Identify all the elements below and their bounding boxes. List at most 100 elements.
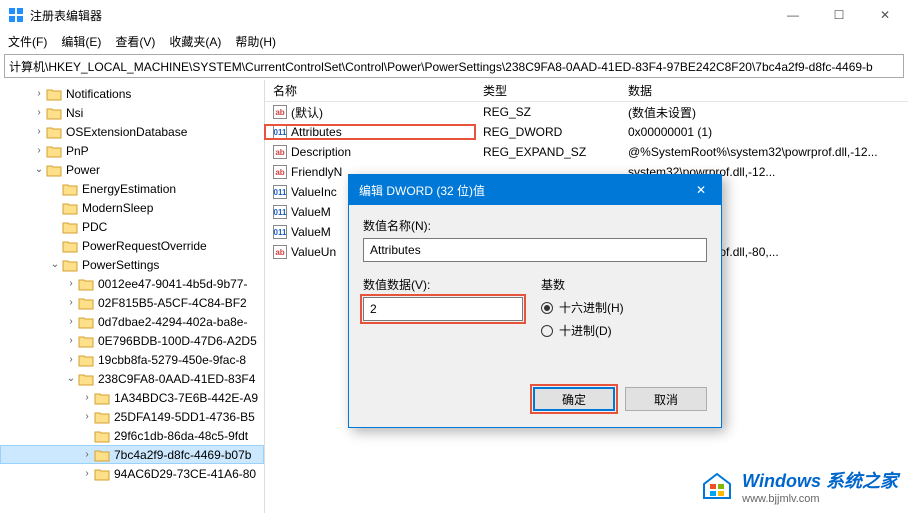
menu-help[interactable]: 帮助(H) xyxy=(235,33,276,50)
chevron-right-icon[interactable]: › xyxy=(64,335,78,346)
tree-item[interactable]: ›0012ee47-9041-4b5d-9b77- xyxy=(0,274,264,293)
close-button[interactable]: ✕ xyxy=(862,0,908,30)
tree-item[interactable]: ›1A34BDC3-7E6B-442E-A9 xyxy=(0,388,264,407)
address-text: 计算机\HKEY_LOCAL_MACHINE\SYSTEM\CurrentCon… xyxy=(9,58,873,75)
tree-item-label: 7bc4a2f9-d8fc-4469-b07b xyxy=(114,448,251,462)
tree-item[interactable]: EnergyEstimation xyxy=(0,179,264,198)
folder-icon xyxy=(46,163,62,177)
folder-icon xyxy=(78,315,94,329)
folder-icon xyxy=(78,296,94,310)
radio-hex[interactable] xyxy=(541,302,553,314)
tree-item[interactable]: › Nsi xyxy=(0,103,264,122)
watermark-main: Windows 系统之家 xyxy=(742,467,898,493)
tree-item[interactable]: › 02F815B5-A5CF-4C84-BF2 xyxy=(0,293,264,312)
tree-item[interactable]: ⌄238C9FA8-0AAD-41ED-83F4 xyxy=(0,369,264,388)
tree-item-label: Notifications xyxy=(66,87,131,101)
col-name[interactable]: 名称 xyxy=(265,82,475,99)
tree-item-label: 19cbb8fa-5279-450e-9fac-8 xyxy=(98,353,246,367)
tree-item[interactable]: ⌄PowerSettings xyxy=(0,255,264,274)
maximize-button[interactable]: ☐ xyxy=(816,0,862,30)
tree-item[interactable]: › Notifications xyxy=(0,84,264,103)
chevron-right-icon[interactable]: › xyxy=(64,278,78,289)
tree-item[interactable]: › 7bc4a2f9-d8fc-4469-b07b xyxy=(0,445,264,464)
tree-item-label: 25DFA149-5DD1-4736-B5 xyxy=(114,410,255,424)
string-value-icon: ab xyxy=(273,105,287,119)
tree-item[interactable]: PDC xyxy=(0,217,264,236)
string-value-icon: ab xyxy=(273,145,287,159)
value-name-input[interactable] xyxy=(363,238,707,262)
tree-item[interactable]: › 19cbb8fa-5279-450e-9fac-8 xyxy=(0,350,264,369)
radio-dec[interactable] xyxy=(541,325,553,337)
col-type[interactable]: 类型 xyxy=(475,82,620,99)
tree-item-label: 29f6c1db-86da-48c5-9fdt xyxy=(114,429,248,443)
menu-edit[interactable]: 编辑(E) xyxy=(61,33,101,50)
value-data-input[interactable] xyxy=(363,297,523,321)
value-name: FriendlyN xyxy=(291,165,342,179)
tree-item-label: Nsi xyxy=(66,106,83,120)
tree-item[interactable]: ›0d7dbae2-4294-402a-ba8e- xyxy=(0,312,264,331)
list-row[interactable]: abDescriptionREG_EXPAND_SZ@%SystemRoot%\… xyxy=(265,142,908,162)
tree-item[interactable]: ›OSExtensionDatabase xyxy=(0,122,264,141)
chevron-down-icon[interactable]: ⌄ xyxy=(48,259,62,270)
registry-tree[interactable]: ›Notifications›Nsi›OSExtensionDatabase›P… xyxy=(0,80,265,513)
tree-item[interactable]: 29f6c1db-86da-48c5-9fdt xyxy=(0,426,264,445)
folder-icon xyxy=(94,410,110,424)
menu-file[interactable]: 文件(F) xyxy=(8,33,47,50)
folder-icon xyxy=(94,429,110,443)
menu-bar: 文件(F) 编辑(E) 查看(V) 收藏夹(A) 帮助(H) xyxy=(0,30,908,52)
radio-dec-row[interactable]: 十进制(D) xyxy=(541,322,707,339)
chevron-right-icon[interactable]: › xyxy=(80,468,94,479)
menu-view[interactable]: 查看(V) xyxy=(115,33,155,50)
chevron-right-icon[interactable]: › xyxy=(32,145,46,156)
tree-item[interactable]: › 0E796BDB-100D-47D6-A2D5 xyxy=(0,331,264,350)
regedit-icon xyxy=(8,7,24,23)
value-data: (数值未设置) xyxy=(620,104,908,121)
folder-icon xyxy=(46,125,62,139)
cancel-button[interactable]: 取消 xyxy=(625,387,707,411)
tree-item-label: Power xyxy=(66,163,100,177)
folder-icon xyxy=(46,87,62,101)
chevron-right-icon[interactable]: › xyxy=(32,88,46,99)
folder-icon xyxy=(78,353,94,367)
list-row[interactable]: ab(默认)REG_SZ(数值未设置) xyxy=(265,102,908,122)
list-row[interactable]: 011AttributesREG_DWORD0x00000001 (1) xyxy=(265,122,908,142)
menu-favorites[interactable]: 收藏夹(A) xyxy=(169,33,221,50)
tree-item[interactable]: ⌄ Power xyxy=(0,160,264,179)
address-bar[interactable]: 计算机\HKEY_LOCAL_MACHINE\SYSTEM\CurrentCon… xyxy=(4,54,904,78)
base-label: 基数 xyxy=(541,276,707,293)
folder-icon xyxy=(62,258,78,272)
binary-value-icon: 011 xyxy=(273,185,287,199)
value-data-label: 数值数据(V): xyxy=(363,276,523,293)
chevron-right-icon[interactable]: › xyxy=(32,107,46,118)
chevron-down-icon[interactable]: ⌄ xyxy=(32,164,46,175)
edit-dword-dialog: 编辑 DWORD (32 位)值 ✕ 数值名称(N): 数值数据(V): 基数 … xyxy=(348,174,722,428)
chevron-right-icon[interactable]: › xyxy=(32,126,46,137)
col-data[interactable]: 数据 xyxy=(620,82,908,99)
dialog-close-button[interactable]: ✕ xyxy=(691,183,711,197)
chevron-right-icon[interactable]: › xyxy=(80,449,94,460)
tree-item[interactable]: › 25DFA149-5DD1-4736-B5 xyxy=(0,407,264,426)
radio-hex-row[interactable]: 十六进制(H) xyxy=(541,299,707,316)
dialog-titlebar[interactable]: 编辑 DWORD (32 位)值 ✕ xyxy=(349,175,721,205)
chevron-right-icon[interactable]: › xyxy=(64,297,78,308)
value-data: 0x00000001 (1) xyxy=(620,125,908,139)
tree-item[interactable]: ModernSleep xyxy=(0,198,264,217)
tree-item-label: 0E796BDB-100D-47D6-A2D5 xyxy=(98,334,257,348)
tree-item[interactable]: PowerRequestOverride xyxy=(0,236,264,255)
value-name-label: 数值名称(N): xyxy=(363,217,707,234)
tree-item-label: ModernSleep xyxy=(82,201,153,215)
ok-button[interactable]: 确定 xyxy=(533,387,615,411)
chevron-right-icon[interactable]: › xyxy=(64,354,78,365)
radio-dec-label: 十进制(D) xyxy=(559,322,612,339)
tree-item[interactable]: ›PnP xyxy=(0,141,264,160)
folder-icon xyxy=(62,220,78,234)
chevron-right-icon[interactable]: › xyxy=(80,392,94,403)
chevron-down-icon[interactable]: ⌄ xyxy=(64,373,78,384)
chevron-right-icon[interactable]: › xyxy=(80,411,94,422)
binary-value-icon: 011 xyxy=(273,205,287,219)
chevron-right-icon[interactable]: › xyxy=(64,316,78,327)
tree-item[interactable]: ›94AC6D29-73CE-41A6-80 xyxy=(0,464,264,483)
minimize-button[interactable]: — xyxy=(770,0,816,30)
list-header: 名称 类型 数据 xyxy=(265,80,908,102)
tree-item-label: 02F815B5-A5CF-4C84-BF2 xyxy=(98,296,247,310)
